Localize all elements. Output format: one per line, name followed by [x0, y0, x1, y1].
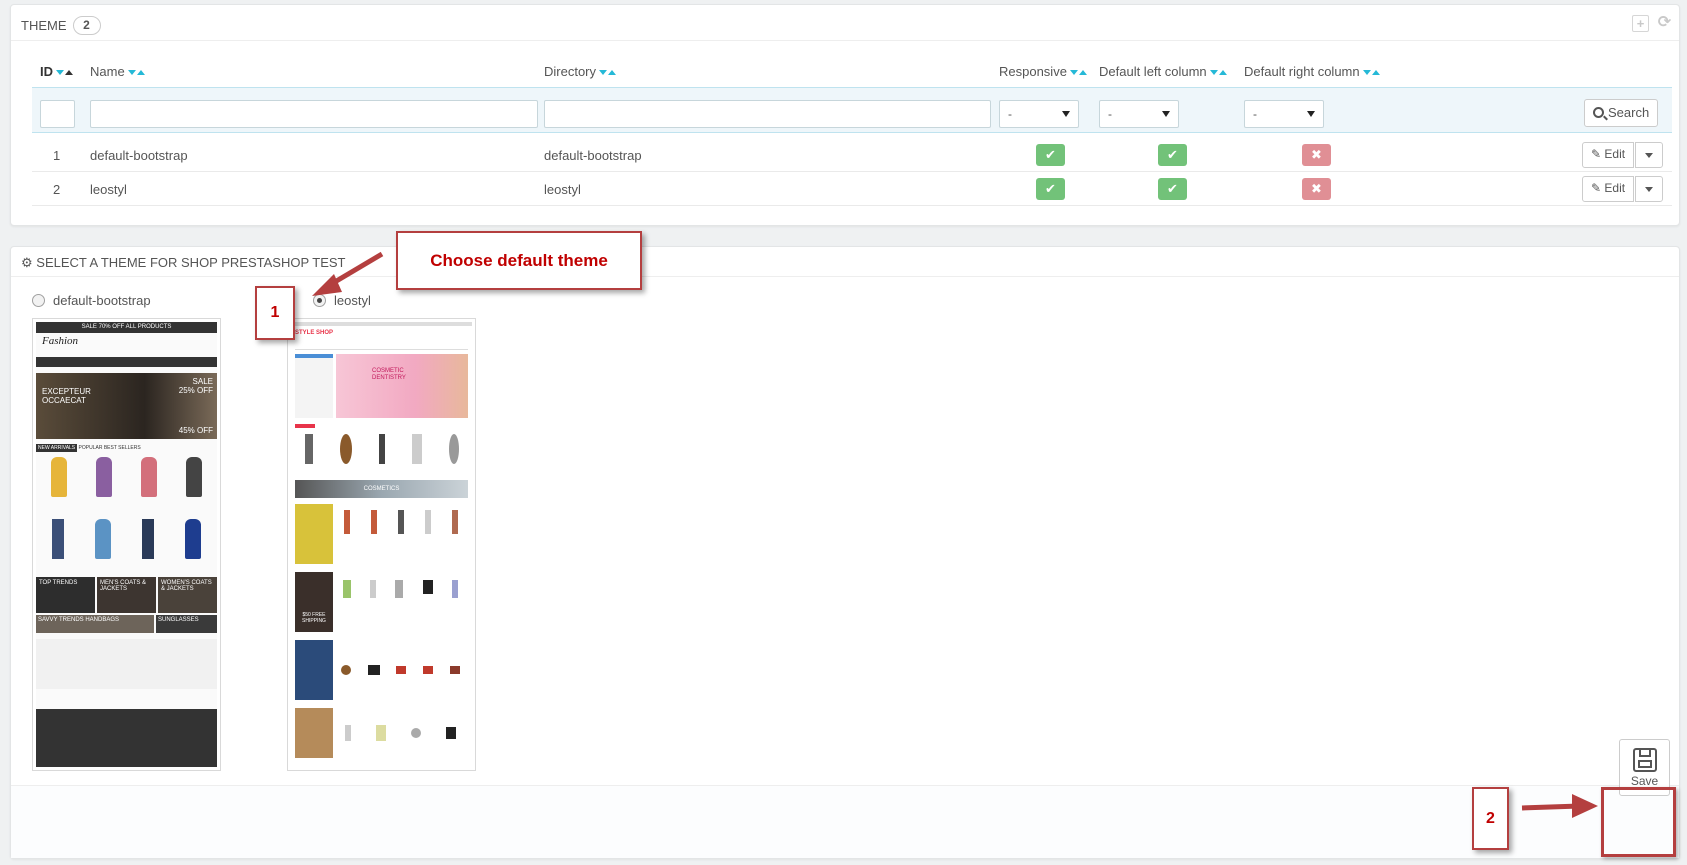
- arrow-icon: [312, 251, 384, 296]
- annotation-arrows: [312, 251, 1598, 818]
- arrow-icon: [1521, 794, 1598, 818]
